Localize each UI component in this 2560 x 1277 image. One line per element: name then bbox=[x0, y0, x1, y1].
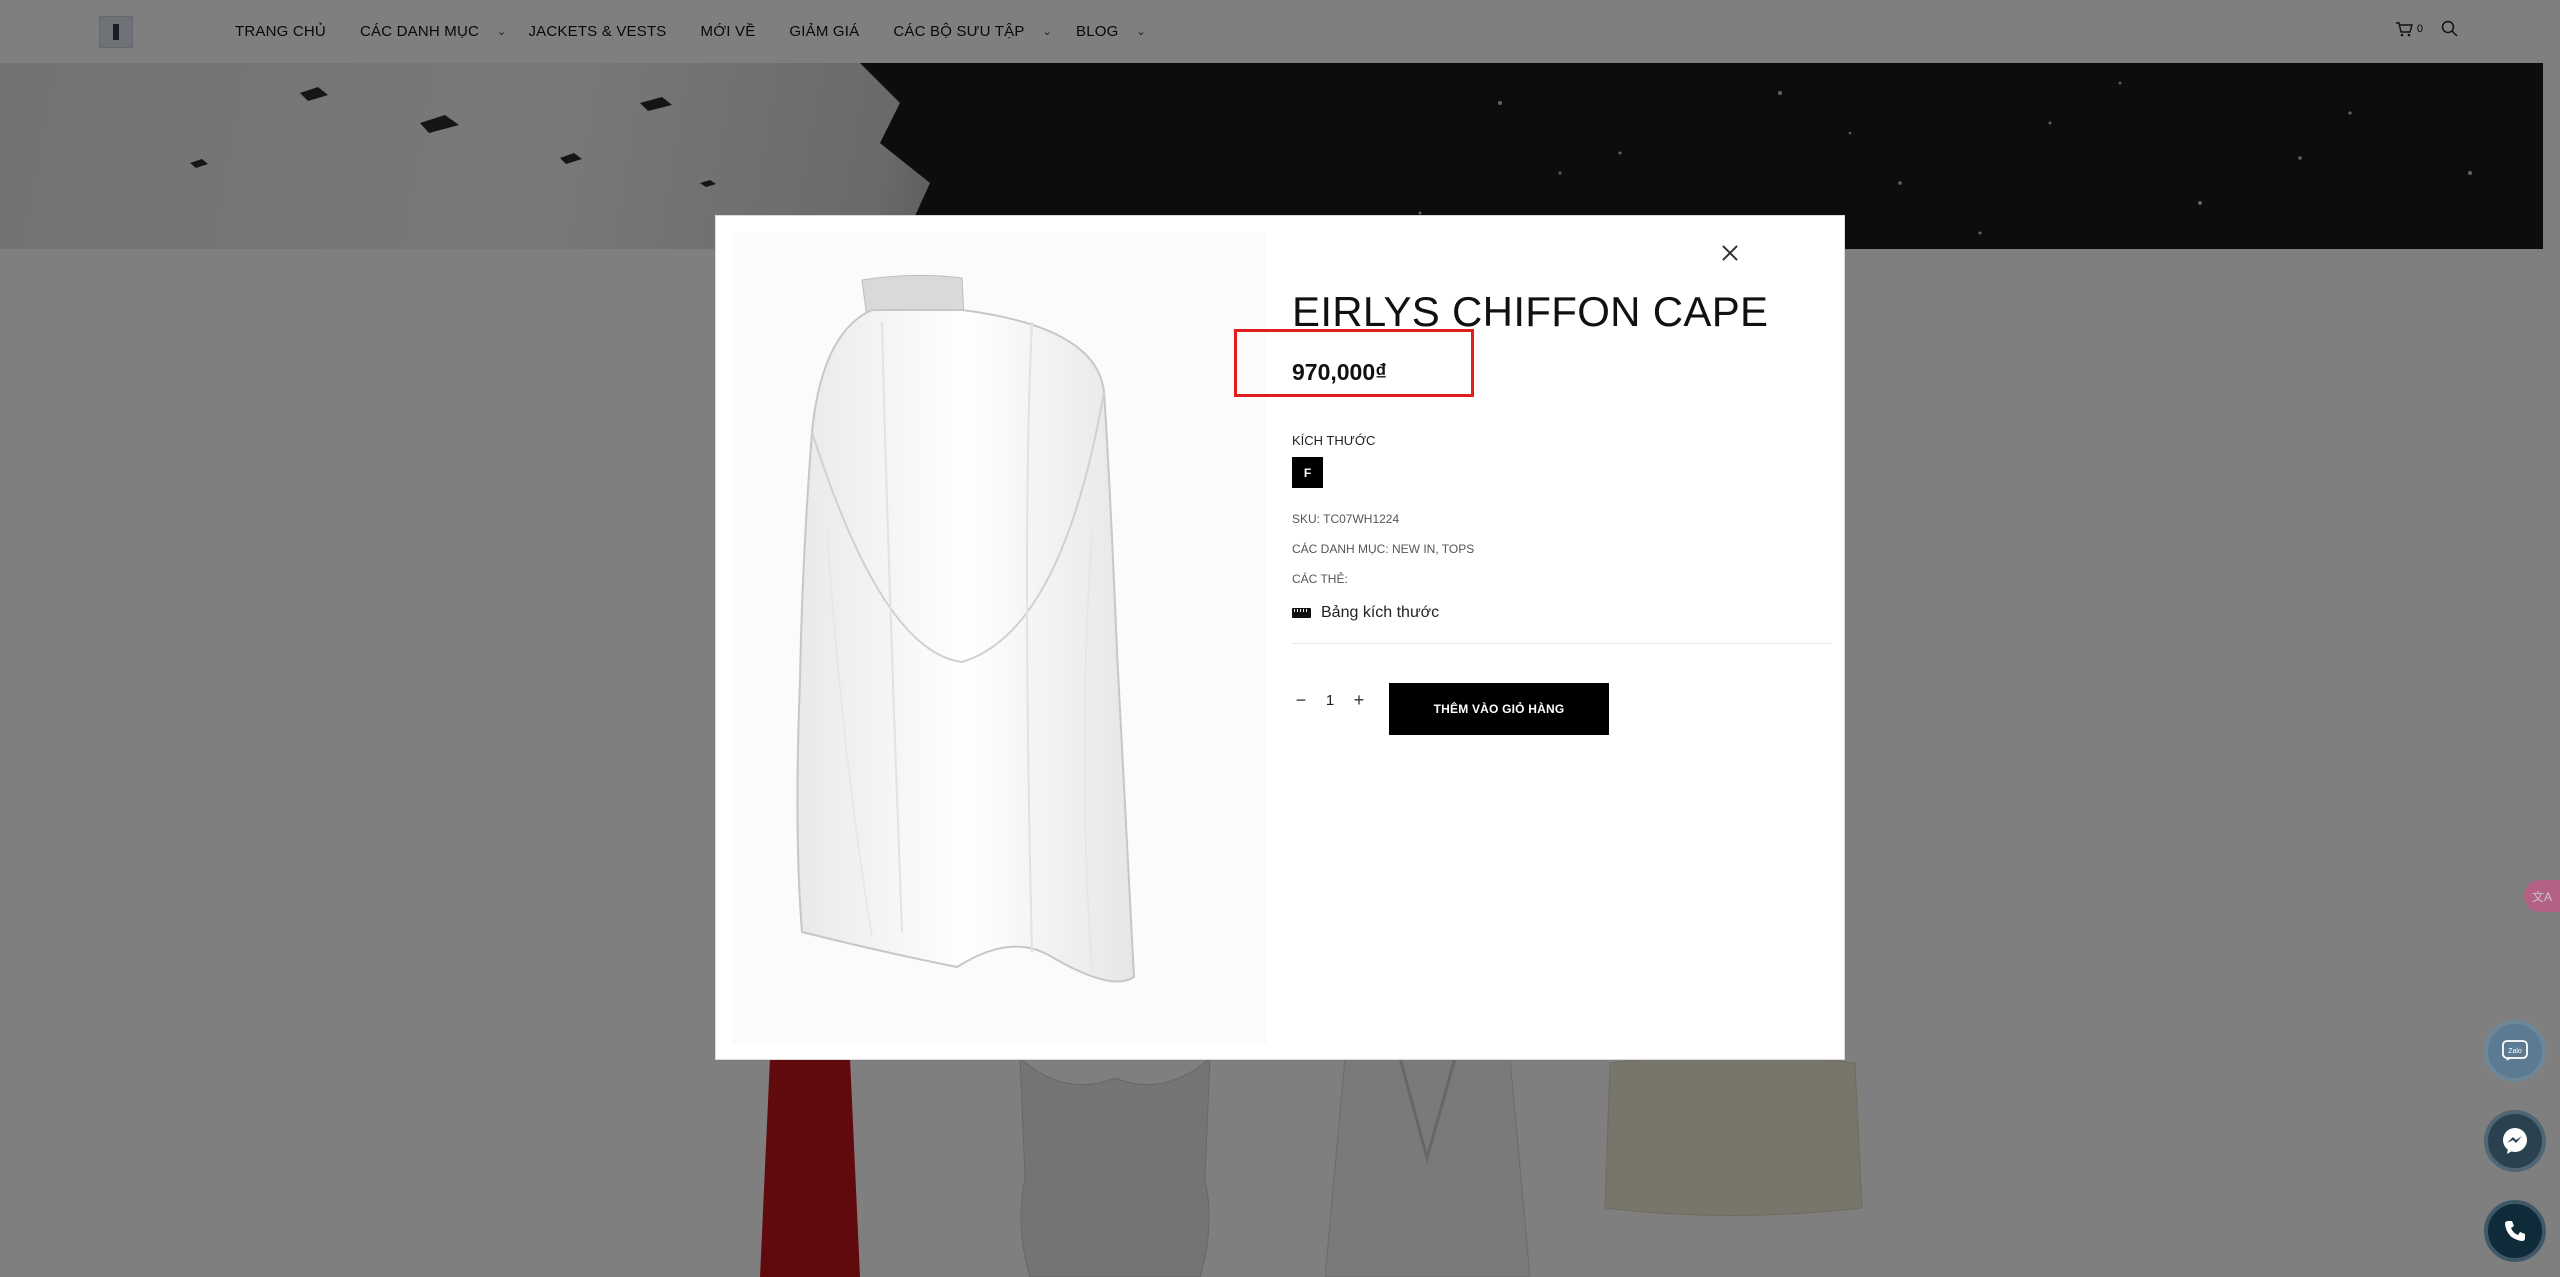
messenger-icon bbox=[2503, 1128, 2527, 1154]
ruler-icon bbox=[1292, 608, 1311, 618]
size-option-label: F bbox=[1303, 465, 1312, 480]
product-categories[interactable]: CÁC DANH MỤC: NEW IN, TOPS bbox=[1292, 542, 1474, 556]
zalo-icon: Zalo bbox=[2502, 1040, 2528, 1061]
product-tags: CÁC THẺ: bbox=[1292, 572, 1348, 586]
add-to-cart-button[interactable]: THÊM VÀO GIỎ HÀNG bbox=[1389, 683, 1609, 735]
plus-icon[interactable]: + bbox=[1350, 691, 1368, 709]
phone-call-button[interactable] bbox=[2484, 1200, 2546, 1262]
close-icon[interactable] bbox=[1718, 241, 1742, 265]
translate-button[interactable]: 文A bbox=[2524, 880, 2560, 912]
product-sku: SKU: TC07WH1224 bbox=[1292, 512, 1400, 526]
translate-icon: 文A bbox=[2531, 889, 2552, 904]
product-quick-view-modal: EIRLYS CHIFFON CAPE 970,000₫ KÍCH THƯỚC … bbox=[715, 215, 1845, 1060]
zalo-label: Zalo bbox=[2508, 1048, 2522, 1055]
size-guide-label: Bảng kích thước bbox=[1321, 604, 1440, 621]
zalo-chat-button[interactable]: Zalo bbox=[2484, 1020, 2546, 1082]
product-image bbox=[732, 232, 1267, 1044]
product-price: 970,000₫ bbox=[1292, 359, 1387, 385]
minus-icon[interactable]: − bbox=[1292, 691, 1310, 709]
add-to-cart-label: THÊM VÀO GIỎ HÀNG bbox=[1433, 702, 1565, 716]
messenger-button[interactable] bbox=[2484, 1110, 2546, 1172]
size-label: KÍCH THƯỚC bbox=[1292, 433, 1376, 448]
size-guide-link[interactable]: Bảng kích thước bbox=[1292, 604, 1439, 622]
divider bbox=[1292, 643, 1832, 644]
chiffon-cape-image bbox=[796, 274, 1136, 983]
size-option-f[interactable]: F bbox=[1292, 457, 1323, 488]
quantity-value[interactable]: 1 bbox=[1310, 692, 1350, 709]
phone-icon bbox=[2505, 1221, 2525, 1241]
quantity-stepper: − 1 + bbox=[1292, 691, 1368, 709]
